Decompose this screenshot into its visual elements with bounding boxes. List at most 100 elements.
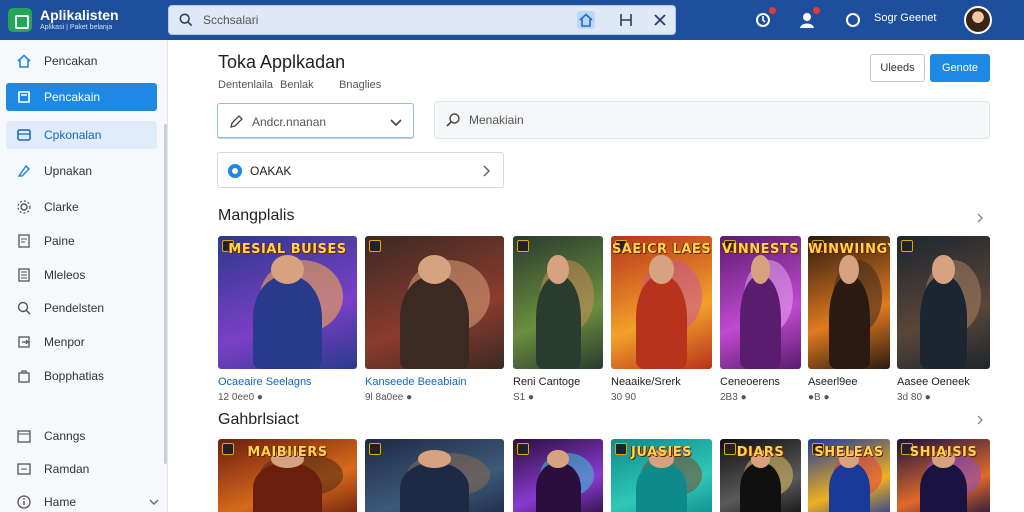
sidebar-item-label: Pendelsten (44, 301, 105, 315)
app-thumbnail[interactable]: JUASIES (611, 439, 712, 512)
sidebar-item[interactable]: Bopphatias (6, 362, 157, 390)
app-thumbnail[interactable] (897, 236, 990, 369)
sidebar-item-label: Hame (44, 495, 77, 509)
app-card-title[interactable]: Aasee Oeneek (897, 376, 970, 388)
store-icon (16, 89, 32, 105)
sidebar-item-label: Clarke (44, 200, 79, 214)
thumbnail-title: SHIAISIS (909, 445, 978, 460)
breadcrumb-item[interactable]: Bnaglies (339, 79, 381, 91)
sidebar-item-label: Paine (44, 234, 75, 248)
sidebar-item[interactable]: Pendelsten (6, 294, 157, 322)
sidebar-item-label: Canngs (44, 429, 86, 443)
game-badge-icon (901, 240, 913, 252)
primary-button[interactable]: Genote (930, 54, 990, 82)
filter-search-placeholder: Menakiain (469, 113, 524, 127)
sidebar-item[interactable]: Canngs (6, 422, 157, 450)
user-name[interactable]: Sogr Geenet (874, 12, 936, 24)
app-thumbnail[interactable]: SHIAISIS (897, 439, 990, 512)
sidebar-item[interactable]: Menpor (6, 328, 157, 356)
filter-search-field[interactable]: Menakiain (434, 101, 990, 139)
app-card-title[interactable]: Neaaike/Srerk (611, 376, 681, 388)
clear-search-button[interactable] (651, 11, 671, 29)
app-thumbnail[interactable]: MESIAL BUISES (218, 236, 357, 369)
sidebar-item-label: Pencakan (44, 54, 98, 68)
top-bar: Aplikalisten Aplikasi | Paket belanja Sc… (0, 0, 1024, 40)
chevron-down-icon (148, 495, 160, 507)
sidebar-item[interactable]: Paine (6, 227, 157, 255)
export-icon (16, 334, 32, 350)
app-card-meta: 9l 8a0ee ● (365, 392, 413, 403)
bag-icon (16, 368, 32, 384)
source-selector[interactable]: OAKAK (217, 152, 504, 188)
search-icon (446, 113, 460, 127)
sidebar-item[interactable]: Ramdan (6, 455, 157, 483)
sidebar-item[interactable]: Upnakan (6, 157, 157, 185)
sidebar-item[interactable]: Cpkonalan (6, 121, 157, 149)
app-card-title[interactable]: Reni Cantoge (513, 376, 580, 388)
app-thumbnail[interactable] (513, 439, 603, 512)
bookmark-button[interactable] (617, 11, 637, 29)
home-icon (16, 53, 32, 69)
global-search-bar[interactable]: Scchsalari (168, 5, 676, 35)
thumbnail-title: MAIBIIERS (247, 445, 328, 460)
sidebar-item[interactable]: Pencakan (6, 47, 157, 75)
thumbnail-title: SAEICR LAES (611, 242, 712, 257)
sidebar-item[interactable]: Pencakain (6, 83, 157, 111)
app-thumbnail[interactable] (365, 236, 504, 369)
chevron-right-icon[interactable] (974, 212, 986, 224)
category-select[interactable]: Andcr.nnanan (217, 103, 414, 138)
thumbnail-title: MESIAL BUISES (228, 242, 347, 257)
app-card-title[interactable]: Aseerl9ee (808, 376, 858, 388)
app-thumbnail[interactable]: SHELEAS (808, 439, 890, 512)
app-thumbnail[interactable] (513, 236, 603, 369)
app-name: Aplikalisten (40, 7, 119, 23)
circle-icon (846, 13, 860, 27)
app-card-title[interactable]: Ocaeaire Seelagns (218, 376, 312, 388)
sidebar-item-label: Ramdan (44, 462, 90, 476)
global-search-input[interactable]: Scchsalari (203, 13, 258, 27)
close-icon (654, 14, 666, 26)
app-thumbnail[interactable]: WINWIINGY (808, 236, 890, 369)
avatar[interactable] (964, 6, 992, 34)
chevron-right-icon[interactable] (974, 414, 986, 426)
page-title: Toka Applkadan (218, 52, 346, 72)
app-thumbnail[interactable]: MAIBIIERS (218, 439, 357, 512)
sidebar-scrollbar[interactable] (164, 124, 167, 464)
thumbnail-title: WINWIINGY (808, 242, 890, 257)
app-thumbnail[interactable] (365, 439, 504, 512)
pencil-icon (230, 115, 243, 128)
app-logo-icon (8, 8, 32, 32)
thumbnail-title: SHELEAS (814, 445, 884, 460)
sidebar-item[interactable]: Hame (6, 488, 160, 512)
app-card-meta: 3d 80 ● (897, 392, 931, 403)
game-badge-icon (369, 240, 381, 252)
status-button[interactable] (842, 9, 864, 31)
game-badge-icon (517, 443, 529, 455)
app-card-meta: 12 0ee0 ● (218, 392, 263, 403)
sidebar-item[interactable]: Clarke (6, 193, 157, 221)
gear-icon (16, 199, 32, 215)
app-thumbnail[interactable]: VINNESTS (720, 236, 801, 369)
sidebar-item-label: Bopphatias (44, 369, 105, 383)
category-select-value: Andcr.nnanan (252, 115, 327, 129)
app-card-title[interactable]: Kanseede Beeabiain (365, 376, 467, 388)
source-selector-label: OAKAK (250, 164, 292, 178)
game-badge-icon (369, 443, 381, 455)
profile-alerts-button[interactable] (796, 7, 820, 31)
source-icon (228, 164, 242, 178)
thumbnail-title: JUASIES (631, 445, 692, 460)
section-title: Mangplalis (218, 207, 295, 224)
secondary-button[interactable]: Uleeds (870, 54, 925, 82)
breadcrumb-item[interactable]: Dentenlaila (218, 79, 273, 91)
grid-icon (16, 127, 32, 143)
sidebar-item[interactable]: Mleleos (6, 261, 157, 289)
app-logo[interactable]: Aplikalisten Aplikasi | Paket belanja (8, 6, 119, 34)
chevron-down-icon (390, 119, 402, 127)
home-filter-button[interactable] (577, 11, 597, 29)
notifications-button[interactable] (752, 7, 776, 31)
game-badge-icon (517, 240, 529, 252)
breadcrumb-item[interactable]: Benlak (280, 79, 314, 91)
app-card-title[interactable]: Ceneoerens (720, 376, 780, 388)
app-thumbnail[interactable]: SAEICR LAES (611, 236, 712, 369)
app-thumbnail[interactable]: DIARS (720, 439, 801, 512)
